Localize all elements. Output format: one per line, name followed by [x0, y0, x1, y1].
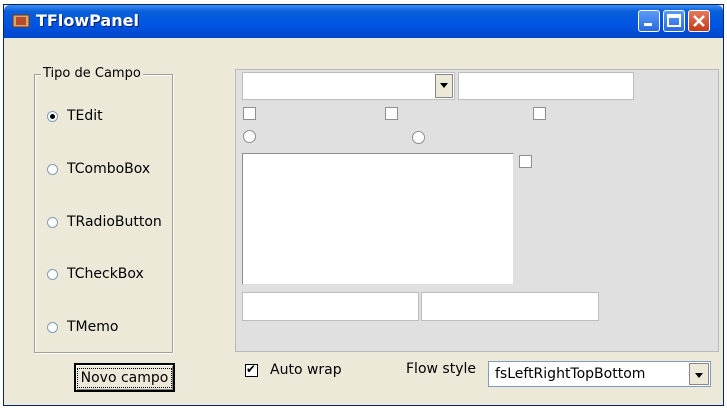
- radio-label: TMemo: [67, 319, 119, 335]
- radio-tradiobutton[interactable]: TRadioButton: [47, 212, 162, 232]
- minimize-button[interactable]: [638, 10, 660, 32]
- radio-tedit[interactable]: TEdit: [47, 106, 103, 126]
- app-icon: [12, 13, 30, 29]
- flow-style-value: fsLeftRightTopBottom: [495, 366, 646, 382]
- combo-box-1[interactable]: [242, 72, 455, 100]
- edit-1[interactable]: [458, 72, 634, 100]
- window-title: TFlowPanel: [36, 11, 139, 30]
- radio-dot[interactable]: [47, 268, 58, 280]
- flow-style-select[interactable]: fsLeftRightTopBottom: [488, 361, 711, 387]
- radio-label: TComboBox: [67, 161, 151, 177]
- window-client: Tipo de Campo TEdit TComboBox TRadioButt…: [8, 39, 719, 403]
- radio-label: TRadioButton: [67, 214, 162, 230]
- radio-tmemo[interactable]: TMemo: [47, 317, 118, 337]
- edit-2[interactable]: [242, 292, 419, 321]
- minimize-icon: [644, 23, 652, 26]
- close-button[interactable]: [688, 10, 710, 32]
- radio-tcheckbox[interactable]: TCheckBox: [47, 264, 144, 284]
- checkmark-icon[interactable]: [245, 362, 258, 377]
- flow-panel: [235, 69, 719, 352]
- title-bar[interactable]: TFlowPanel: [4, 5, 723, 38]
- auto-wrap-checkbox[interactable]: Auto wrap: [245, 360, 342, 380]
- memo-1[interactable]: [242, 153, 514, 285]
- radio-dot[interactable]: [47, 110, 58, 122]
- radio-button-1[interactable]: [243, 130, 256, 143]
- app-window: TFlowPanel Tipo de Campo TEdit TComboBox…: [3, 4, 724, 406]
- checkbox-1[interactable]: [243, 107, 256, 120]
- checkbox-4[interactable]: [519, 155, 532, 168]
- close-icon: [693, 15, 705, 27]
- radio-label: TEdit: [67, 108, 103, 124]
- radio-button-2[interactable]: [412, 131, 425, 144]
- chevron-down-icon[interactable]: [689, 363, 709, 385]
- radio-tcombobox[interactable]: TComboBox: [47, 159, 150, 179]
- checkbox-2[interactable]: [385, 107, 398, 120]
- flow-style-label: Flow style: [406, 361, 476, 377]
- checkbox-3[interactable]: [533, 107, 546, 120]
- maximize-button[interactable]: [663, 10, 685, 32]
- radio-dot[interactable]: [47, 321, 58, 333]
- radio-dot[interactable]: [47, 216, 58, 228]
- new-field-button-label: Novo campo: [76, 367, 173, 388]
- groupbox-caption: Tipo de Campo: [41, 66, 143, 81]
- edit-3[interactable]: [421, 292, 599, 321]
- auto-wrap-label: Auto wrap: [270, 362, 342, 378]
- chevron-down-icon[interactable]: [435, 74, 453, 98]
- new-field-button[interactable]: Novo campo: [74, 363, 175, 392]
- maximize-icon: [667, 14, 681, 27]
- field-type-groupbox: Tipo de Campo TEdit TComboBox TRadioButt…: [34, 66, 173, 353]
- radio-label: TCheckBox: [67, 266, 144, 282]
- radio-dot[interactable]: [47, 163, 58, 175]
